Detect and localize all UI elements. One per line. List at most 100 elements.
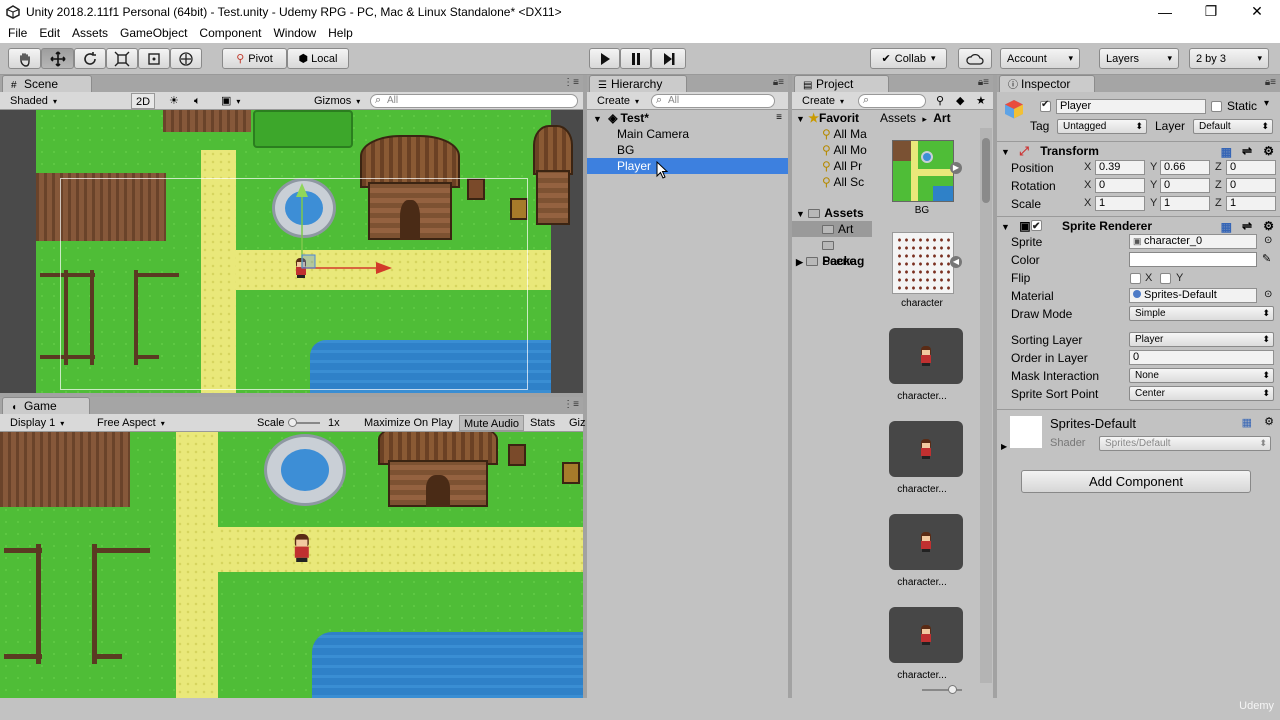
scene-root-row[interactable]: ▼ ◈ Test* ≡	[587, 110, 788, 126]
position-x-field[interactable]: 0.39	[1095, 160, 1145, 175]
tag-dropdown[interactable]: Untagged	[1057, 119, 1147, 134]
sprite-thumb-2[interactable]	[889, 421, 963, 477]
packages-section[interactable]: ▶ Packag	[792, 253, 872, 269]
rotation-x-field[interactable]: 0	[1095, 178, 1145, 193]
scale-z-field[interactable]: 1	[1226, 196, 1276, 211]
project-search-input[interactable]	[858, 94, 926, 108]
game-viewport[interactable]	[0, 432, 583, 698]
thumbnail-size-thumb[interactable]	[948, 685, 957, 694]
hand-tool-button[interactable]	[8, 48, 41, 69]
close-button[interactable]: ✕	[1234, 0, 1280, 23]
object-picker-icon[interactable]: ⊙	[1264, 289, 1272, 300]
flip-y-checkbox[interactable]	[1160, 273, 1171, 284]
tab-game[interactable]: ◖ Game	[2, 397, 90, 414]
display-dropdown[interactable]: Display 1	[6, 415, 86, 431]
rotation-z-field[interactable]: 0	[1226, 178, 1276, 193]
scene-panel-menu-icon[interactable]: ⋮≡	[563, 77, 579, 88]
2d-toggle[interactable]: 2D	[131, 93, 156, 109]
scene-search-input[interactable]: All	[370, 94, 578, 108]
expand-arrow-icon[interactable]: ▼	[1001, 147, 1010, 157]
layer-dropdown[interactable]: Default	[1193, 119, 1273, 134]
eyedropper-icon[interactable]: ✎	[1262, 252, 1271, 265]
help-book-icon[interactable]: ▦	[1221, 143, 1232, 161]
hierarchy-item-bg[interactable]: BG	[587, 142, 788, 158]
scale-slider-thumb[interactable]	[288, 418, 297, 427]
favorite-star-icon[interactable]: ★	[972, 93, 990, 109]
local-toggle[interactable]: ⬢ Local	[287, 48, 349, 69]
gameobject-name-field[interactable]: Player	[1056, 99, 1206, 114]
object-picker-icon[interactable]: ⊙	[1264, 235, 1272, 246]
shading-mode-dropdown[interactable]: Shaded	[6, 93, 126, 109]
scale-y-field[interactable]: 1	[1160, 196, 1210, 211]
move-gizmo[interactable]	[290, 175, 400, 275]
flip-x-checkbox[interactable]	[1130, 273, 1141, 284]
stats-toggle[interactable]: Stats	[526, 415, 559, 431]
gameobject-active-checkbox[interactable]	[1040, 99, 1051, 112]
pivot-toggle[interactable]: ⚲ Pivot	[222, 48, 287, 69]
rotation-y-field[interactable]: 0	[1160, 178, 1210, 193]
layers-dropdown[interactable]: Layers	[1099, 48, 1179, 69]
hierarchy-create-dropdown[interactable]: Create	[593, 93, 643, 109]
expand-arrow-icon[interactable]: ▼	[593, 114, 602, 124]
component-settings-gear-icon[interactable]: ⚙	[1263, 217, 1274, 235]
thumbnail-size-slider[interactable]	[922, 685, 962, 694]
minimize-button[interactable]: —	[1142, 0, 1188, 23]
favorite-item-prefabs[interactable]: ⚲ All Pr	[792, 158, 872, 174]
favorite-item-scripts[interactable]: ⚲ All Sc	[792, 174, 872, 190]
rect-tool-button[interactable]	[138, 48, 170, 69]
static-checkbox[interactable]	[1211, 101, 1222, 112]
breadcrumb-assets[interactable]: Assets	[880, 111, 916, 125]
add-component-button[interactable]: Add Component	[1021, 470, 1251, 493]
maximize-on-play-toggle[interactable]: Maximize On Play	[360, 415, 457, 431]
folder-art[interactable]: Art	[792, 221, 872, 237]
sprite-renderer-enabled-checkbox[interactable]	[1031, 218, 1042, 236]
project-scroll-thumb[interactable]	[982, 138, 990, 203]
menu-window[interactable]: Window	[267, 26, 322, 40]
folder-scenes[interactable]: Scene	[792, 237, 872, 268]
lighting-toggle-icon[interactable]: ☀	[165, 93, 183, 109]
scale-slider[interactable]	[288, 418, 320, 427]
sprite-thumb-1[interactable]	[889, 328, 963, 384]
scene-menu-icon[interactable]: ≡	[776, 110, 782, 126]
project-create-dropdown[interactable]: Create	[798, 93, 848, 109]
game-panel-menu-icon[interactable]: ⋮≡	[563, 399, 579, 410]
scale-x-field[interactable]: 1	[1095, 196, 1145, 211]
expand-arrow-icon[interactable]: ▼	[1001, 222, 1010, 232]
account-dropdown[interactable]: Account	[1000, 48, 1080, 69]
assets-section[interactable]: ▼ Assets	[792, 205, 872, 221]
collapse-sprite-icon[interactable]: ◀	[950, 256, 962, 268]
play-button[interactable]	[589, 48, 620, 69]
transform-header[interactable]: ▼ ⤢ Transform ▦ ⇌ ⚙	[997, 141, 1280, 159]
tab-scene[interactable]: # Scene	[2, 75, 92, 92]
mask-interaction-dropdown[interactable]: None	[1129, 368, 1274, 383]
menu-component[interactable]: Component	[193, 26, 267, 40]
material-settings-gear-icon[interactable]: ⚙	[1264, 415, 1274, 428]
pause-button[interactable]	[620, 48, 651, 69]
game-gizmos-toggle[interactable]: Giz	[565, 415, 590, 431]
shader-dropdown[interactable]: Sprites/Default	[1099, 436, 1271, 451]
menu-assets[interactable]: Assets	[66, 26, 114, 40]
inspector-lock-icon[interactable]: 🔒︎≡	[1265, 77, 1276, 88]
project-lock-icon[interactable]: 🔒︎≡	[978, 77, 989, 88]
menu-help[interactable]: Help	[322, 26, 359, 40]
cloud-button[interactable]	[958, 48, 992, 69]
hierarchy-search-input[interactable]: All	[651, 94, 775, 108]
help-book-icon[interactable]: ▦	[1242, 416, 1252, 429]
asset-thumb-character-sheet[interactable]	[892, 232, 954, 294]
favorite-item-materials[interactable]: ⚲ All Ma	[792, 126, 872, 142]
filter-label-icon[interactable]: ◆	[952, 93, 968, 109]
project-scrollbar[interactable]	[980, 128, 992, 683]
sprite-thumb-3[interactable]	[889, 514, 963, 570]
color-swatch[interactable]	[1129, 252, 1257, 267]
restore-button[interactable]: ❐	[1188, 0, 1234, 23]
asset-thumb-bg[interactable]	[892, 140, 954, 202]
draw-mode-dropdown[interactable]: Simple	[1129, 306, 1274, 321]
effects-toggle-icon[interactable]: ▣	[217, 93, 244, 109]
sprite-renderer-header[interactable]: ▼ ▣ Sprite Renderer ▦ ⇌ ⚙	[997, 216, 1280, 236]
collab-dropdown[interactable]: ✔ Collab	[870, 48, 947, 69]
preset-icon[interactable]: ⇌	[1242, 217, 1252, 235]
position-z-field[interactable]: 0	[1226, 160, 1276, 175]
hierarchy-item-player[interactable]: Player	[587, 158, 788, 174]
material-object-field[interactable]: Sprites-Default	[1129, 288, 1257, 303]
menu-gameobject[interactable]: GameObject	[114, 26, 193, 40]
